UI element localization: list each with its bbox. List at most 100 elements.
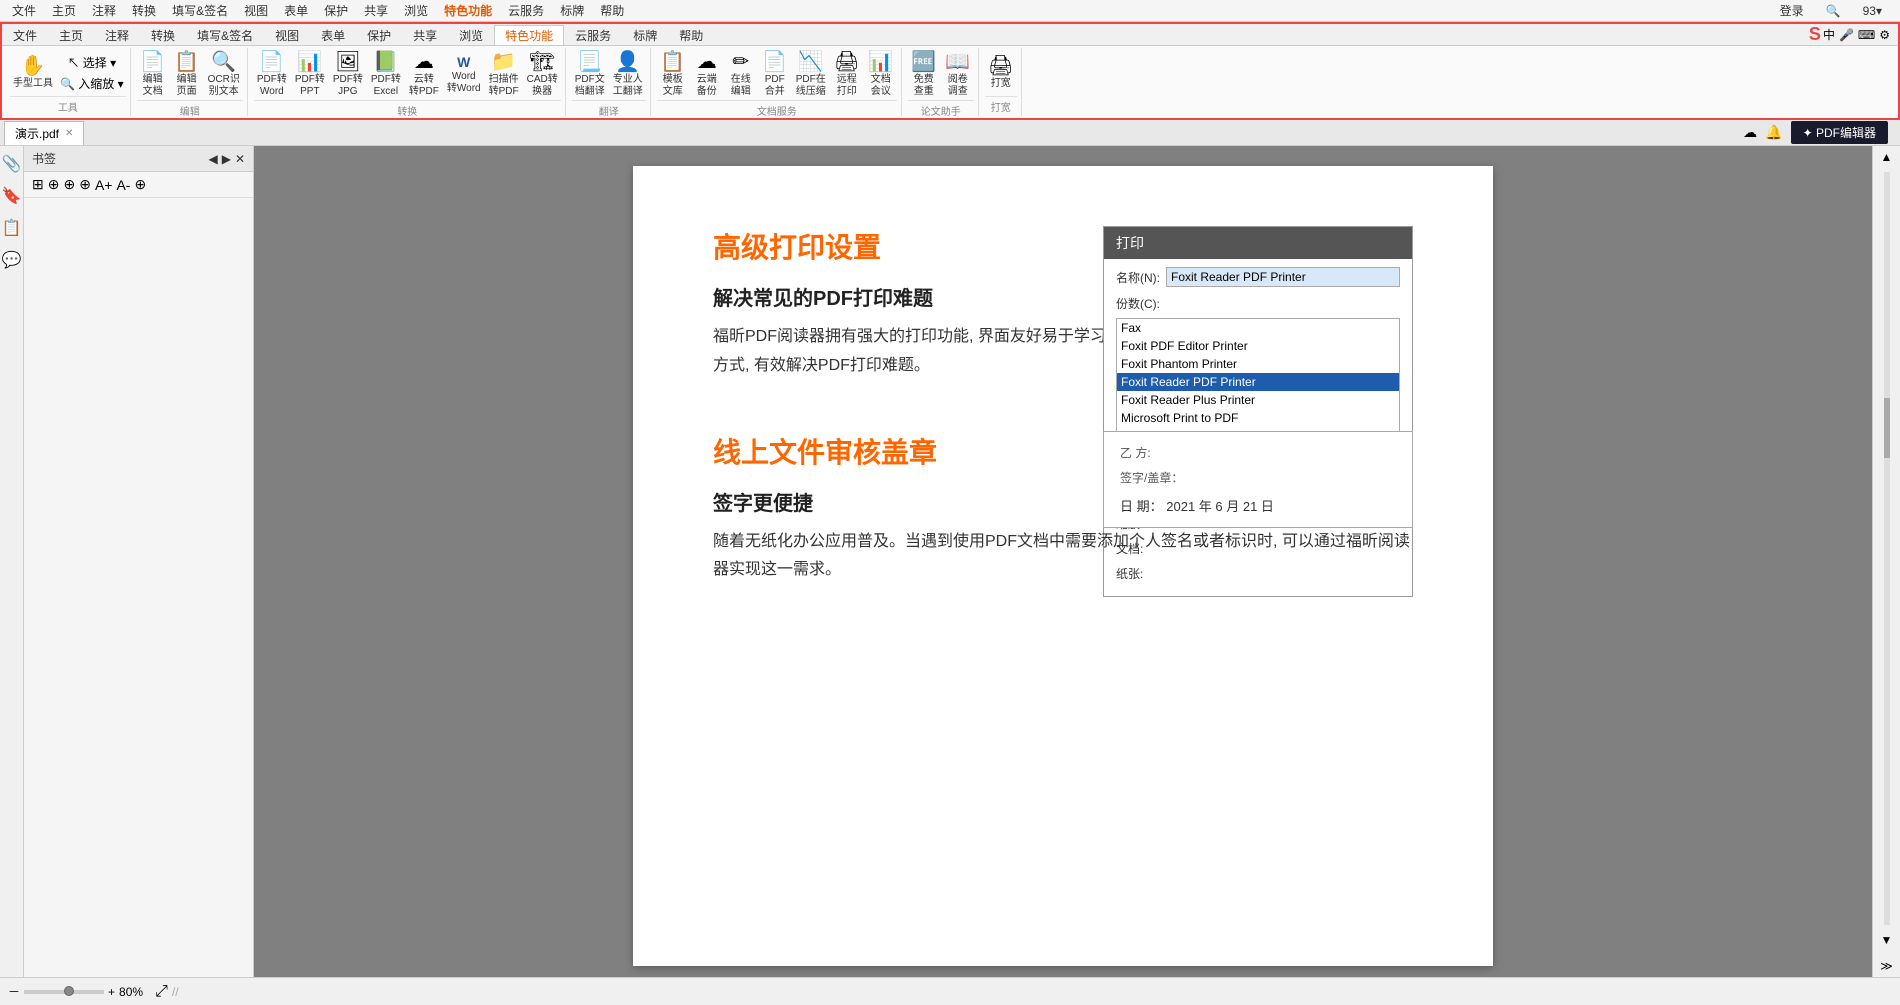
- printer-fax[interactable]: Fax: [1117, 319, 1399, 337]
- sidebar-close[interactable]: ✕: [235, 152, 245, 166]
- zoom-out-btn[interactable]: －: [8, 983, 20, 1000]
- tab-help[interactable]: 帮助: [668, 25, 714, 45]
- menu-file[interactable]: 文件: [4, 0, 44, 21]
- sidebar-header: 书签 ◀ ▶ ✕: [24, 146, 253, 172]
- menu-features[interactable]: 特色功能: [436, 0, 500, 21]
- scroll-up-btn[interactable]: ▲: [1881, 150, 1893, 164]
- menu-help[interactable]: 帮助: [592, 0, 632, 21]
- tab-home[interactable]: 主页: [48, 25, 94, 45]
- sidebar-nav-prev[interactable]: ◀: [208, 152, 217, 166]
- search-btn[interactable]: 🔍: [1818, 2, 1849, 20]
- menu-cloud[interactable]: 云服务: [500, 0, 552, 21]
- word-to-word-btn[interactable]: W Word转Word: [444, 53, 484, 97]
- edit-doc-btn[interactable]: 📄 编辑文档: [137, 50, 169, 100]
- tab-browse[interactable]: 浏览: [448, 25, 494, 45]
- bookmark-add-icon[interactable]: ⊕: [48, 176, 60, 193]
- login-btn[interactable]: 登录: [1772, 0, 1812, 21]
- word-icon: W: [457, 55, 470, 69]
- content-area[interactable]: 高级打印设置 解决常见的PDF打印难题 福昕PDF阅读器拥有强大的打印功能, 界…: [254, 146, 1872, 977]
- tab-view[interactable]: 视图: [264, 25, 310, 45]
- tab-convert[interactable]: 转换: [140, 25, 186, 45]
- select-icon: ↖ 选择 ▾: [67, 54, 116, 71]
- scroll-down-btn[interactable]: ▼: [1881, 933, 1893, 947]
- pdf-page: 高级打印设置 解决常见的PDF打印难题 福昕PDF阅读器拥有强大的打印功能, 界…: [633, 166, 1493, 966]
- remote-print-btn[interactable]: 🖨 远程打印: [831, 50, 863, 100]
- pdf-to-ppt-btn[interactable]: 📊 PDF转PPT: [292, 50, 328, 100]
- menu-annotate[interactable]: 注释: [84, 0, 124, 21]
- sidebar-icon-1[interactable]: 📎: [2, 154, 22, 174]
- printer-foxit-phantom[interactable]: Foxit Phantom Printer: [1117, 355, 1399, 373]
- printer-foxit-reader[interactable]: Foxit Reader PDF Printer: [1117, 373, 1399, 391]
- free-check-btn[interactable]: 🆓 免费查重: [908, 50, 940, 100]
- select-btn[interactable]: ↖ 选择 ▾: [58, 53, 126, 72]
- sidebar-title: 书签: [32, 150, 56, 167]
- template-lib-btn[interactable]: 📋 模板文库: [657, 50, 689, 100]
- survey-btn[interactable]: 📖 阅卷调查: [942, 50, 974, 100]
- menu-fill-sign[interactable]: 填写&签名: [164, 0, 236, 21]
- bookmark-settings-icon[interactable]: ⊕: [134, 176, 146, 193]
- sidebar-icon-4[interactable]: 💬: [2, 250, 22, 270]
- cad-convert-btn[interactable]: 🏗 CAD转换器: [524, 50, 561, 100]
- doc-meeting-btn[interactable]: 📊 文档会议: [865, 50, 897, 100]
- tab-close-btn[interactable]: ✕: [65, 128, 73, 139]
- tab-signboard[interactable]: 标牌: [622, 25, 668, 45]
- main-layout: 📎 🔖 📋 💬 书签 ◀ ▶ ✕ ⊞ ⊕ ⊕ ⊕ A+ A- ⊕: [0, 146, 1900, 977]
- font-size-display: 93▾: [1855, 2, 1890, 20]
- pdf-compress-btn[interactable]: 📉 PDF在线压缩: [793, 50, 829, 100]
- printer-foxit-plus[interactable]: Foxit Reader Plus Printer: [1117, 391, 1399, 409]
- settings-icon[interactable]: ⚙: [1879, 28, 1890, 42]
- pdf-excel-icon: 📗: [373, 52, 398, 72]
- pdf-merge-btn[interactable]: 📄 PDF合并: [759, 50, 791, 100]
- sidebar-icon-3[interactable]: 📋: [2, 218, 22, 238]
- tab-share[interactable]: 共享: [402, 25, 448, 45]
- tab-protect[interactable]: 保护: [356, 25, 402, 45]
- tab-form[interactable]: 表单: [310, 25, 356, 45]
- scan-to-pdf-btn[interactable]: 📁 扫描件转PDF: [486, 50, 522, 100]
- menu-convert[interactable]: 转换: [124, 0, 164, 21]
- menu-view[interactable]: 视图: [236, 0, 276, 21]
- bookmark-grid-icon[interactable]: ⊞: [32, 176, 44, 193]
- zoom-slider[interactable]: [24, 990, 104, 994]
- sig-sign-label: 签字/盖章：: [1120, 469, 1396, 486]
- ocr-btn[interactable]: 🔍 OCR识别文本: [205, 50, 243, 100]
- cloud-convert-icon: ☁: [414, 52, 434, 72]
- edit-page-btn[interactable]: 📋 编辑页面: [171, 50, 203, 100]
- pdf-editor-btn[interactable]: ✦ PDF编辑器: [1791, 121, 1888, 144]
- tab-file[interactable]: 文件: [2, 25, 48, 45]
- file-tab[interactable]: 演示.pdf ✕: [4, 121, 84, 145]
- printer-foxit-editor[interactable]: Foxit PDF Editor Printer: [1117, 337, 1399, 355]
- tab-fill-sign[interactable]: 填写&签名: [186, 25, 264, 45]
- bookmark-add2-icon[interactable]: ⊕: [63, 176, 75, 193]
- pdf-to-excel-btn[interactable]: 📗 PDF转Excel: [368, 50, 404, 100]
- menu-browse[interactable]: 浏览: [396, 0, 436, 21]
- tab-cloud[interactable]: 云服务: [564, 25, 622, 45]
- pdf-to-word-btn[interactable]: 📄 PDF转Word: [254, 50, 290, 100]
- cloud-backup-btn[interactable]: ☁ 云端备份: [691, 50, 723, 100]
- menu-form[interactable]: 表单: [276, 0, 316, 21]
- menu-sign-board[interactable]: 标牌: [552, 0, 592, 21]
- online-edit-btn[interactable]: ✏ 在线编辑: [725, 50, 757, 100]
- menu-protect[interactable]: 保护: [316, 0, 356, 21]
- zoom-in-btn[interactable]: +: [108, 985, 115, 999]
- sidebar-icon-2[interactable]: 🔖: [2, 186, 22, 206]
- human-translate-btn[interactable]: 👤 专业人工翻译: [610, 50, 646, 100]
- expand-icon[interactable]: ≫: [1880, 959, 1893, 973]
- template-icon: 📋: [660, 52, 685, 72]
- printer-ms-pdf[interactable]: Microsoft Print to PDF: [1117, 409, 1399, 427]
- font-increase-icon[interactable]: A+: [95, 177, 113, 193]
- print-wide-btn[interactable]: 🖨 打宽: [985, 54, 1017, 92]
- menu-home[interactable]: 主页: [44, 0, 84, 21]
- tab-features[interactable]: 特色功能: [494, 25, 564, 45]
- print-name-input[interactable]: Foxit Reader PDF Printer: [1166, 267, 1400, 287]
- fullscreen-btn[interactable]: ⤢: [155, 983, 168, 1001]
- sidebar-nav-next[interactable]: ▶: [222, 152, 231, 166]
- pdf-translate-btn[interactable]: 📃 PDF文档翻译: [572, 50, 608, 100]
- cloud-convert-btn[interactable]: ☁ 云转转PDF: [406, 50, 442, 100]
- font-decrease-icon[interactable]: A-: [116, 177, 130, 193]
- pdf-to-jpg-btn[interactable]: 🖼 PDF转JPG: [330, 50, 366, 100]
- hand-tool-btn[interactable]: ✋ 手型工具: [10, 54, 56, 92]
- bookmark-add3-icon[interactable]: ⊕: [79, 176, 91, 193]
- tab-annotate[interactable]: 注释: [94, 25, 140, 45]
- zoom-btn[interactable]: 🔍 入缩放 ▾: [58, 74, 126, 93]
- menu-share[interactable]: 共享: [356, 0, 396, 21]
